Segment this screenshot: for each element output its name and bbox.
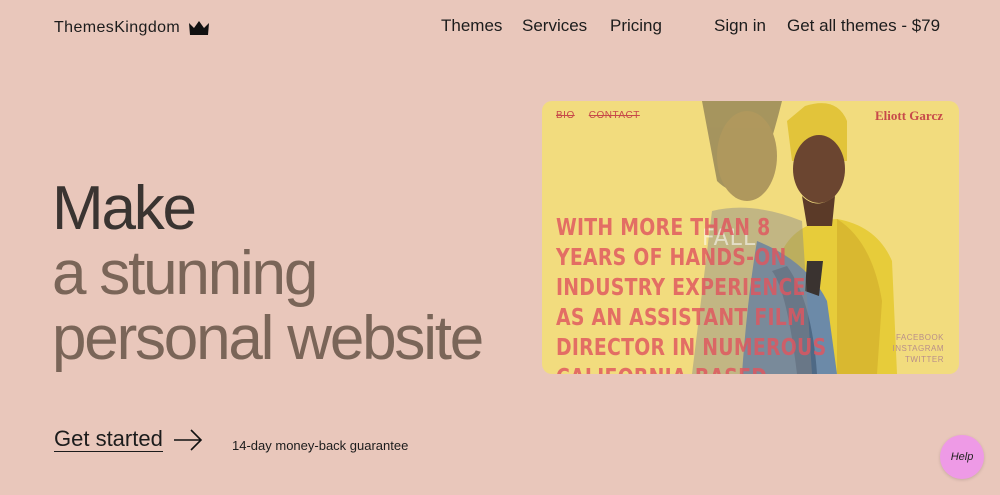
preview-text-line: DIRECTOR IN NUMEROUS	[556, 335, 827, 361]
theme-preview-card[interactable]: BIO CONTACT Eliott Garcz FALL WITH MORE …	[542, 101, 959, 374]
help-button[interactable]: Help	[940, 435, 984, 479]
nav-get-all-themes[interactable]: Get all themes - $79	[787, 16, 940, 36]
crown-icon	[189, 21, 210, 35]
preview-text-line: YEARS OF HANDS-ON	[556, 245, 787, 271]
preview-body-text: WITH MORE THAN 8 YEARS OF HANDS-ON INDUS…	[556, 213, 884, 374]
logo[interactable]: ThemesKingdom	[54, 19, 210, 37]
preview-social-links: FACEBOOK INSTAGRAM TWITTER	[893, 332, 944, 365]
headline-line-2: a stunning	[52, 239, 318, 308]
preview-social-twitter: TWITTER	[904, 355, 944, 364]
get-started-button[interactable]: Get started	[54, 427, 203, 452]
preview-nav-contact: CONTACT	[588, 110, 640, 121]
guarantee-text: 14-day money-back guarantee	[232, 438, 409, 453]
headline-line-1: Make	[52, 174, 197, 243]
preview-text-line: CALIFORNIA-BASED	[556, 363, 884, 374]
preview-social-facebook: FACEBOOK	[895, 333, 944, 342]
logo-text: ThemesKingdom	[54, 19, 181, 36]
nav-pricing[interactable]: Pricing	[610, 16, 662, 36]
preview-nav-bio: BIO	[556, 110, 575, 121]
nav-sign-in[interactable]: Sign in	[714, 16, 766, 36]
preview-text-line: AS AN ASSISTANT FILM	[556, 305, 807, 331]
preview-site-name: Eliott Garcz	[875, 108, 943, 123]
arrow-right-icon	[173, 428, 202, 451]
nav-services[interactable]: Services	[522, 16, 587, 36]
hero-headline: Make a stunning personal website	[52, 174, 484, 373]
preview-text-line: WITH MORE THAN 8	[556, 215, 771, 241]
preview-nav: BIO CONTACT	[556, 110, 640, 121]
preview-social-instagram: INSTAGRAM	[892, 344, 944, 353]
nav-themes[interactable]: Themes	[441, 16, 502, 36]
preview-text-line: INDUSTRY EXPERIENCE	[556, 275, 806, 301]
headline-line-3: personal website	[52, 304, 484, 373]
get-started-label: Get started	[54, 426, 163, 452]
